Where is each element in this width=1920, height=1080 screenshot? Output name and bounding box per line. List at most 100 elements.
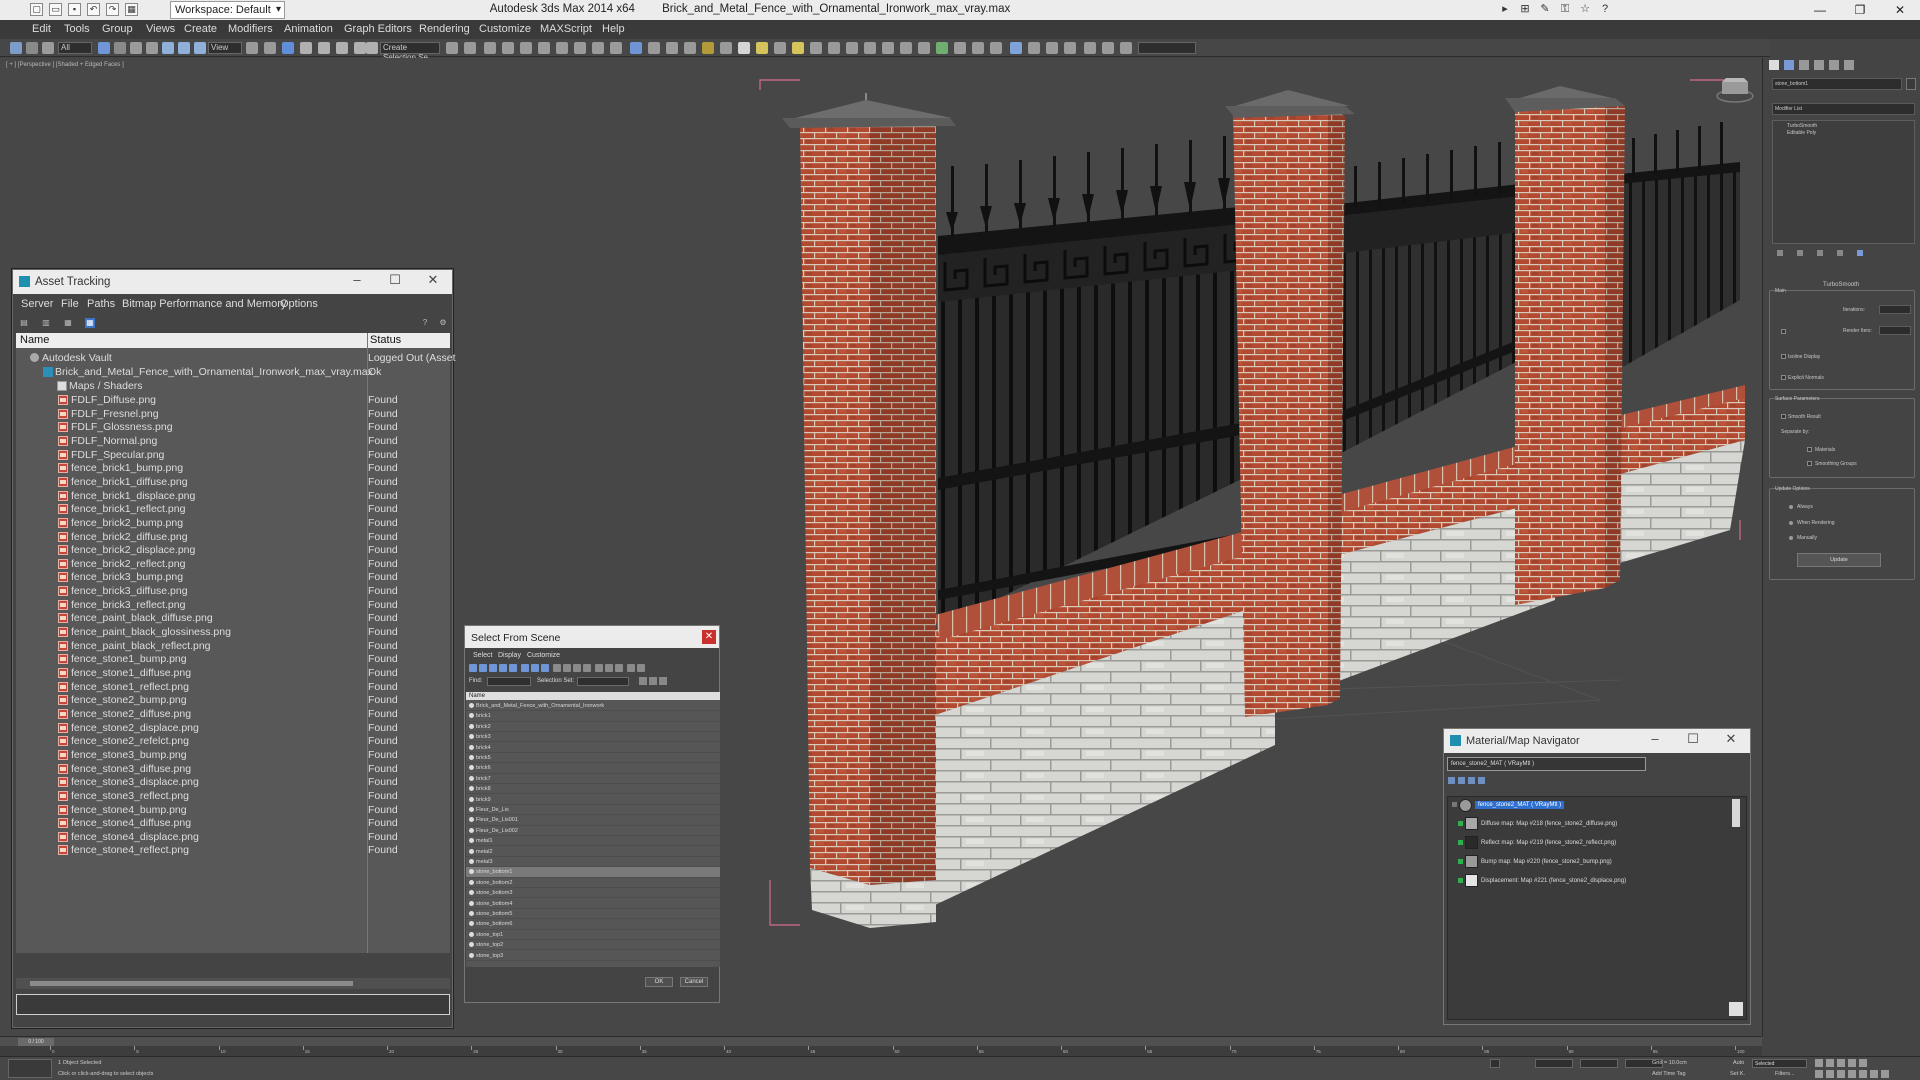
- map-node[interactable]: Bump map: Map #220 (fence_stone2_bump.pn…: [1481, 858, 1612, 866]
- maximize-icon[interactable]: ❐: [1840, 0, 1880, 20]
- vray-environment-icon[interactable]: [936, 42, 948, 54]
- menu-select[interactable]: Select: [473, 652, 492, 659]
- scene-object-item[interactable]: stone_bottom6: [466, 919, 720, 930]
- vray-rt-icon[interactable]: [1028, 42, 1040, 54]
- vray-toon-icon[interactable]: [918, 42, 930, 54]
- selection-set-add-icon[interactable]: [639, 677, 647, 685]
- object-name-field[interactable]: stone_bottom1: [1772, 78, 1902, 90]
- map-enabled-checkbox[interactable]: [1458, 878, 1463, 883]
- scrollbar-thumb[interactable]: [30, 981, 353, 986]
- utilities-tab-icon[interactable]: [1844, 60, 1854, 70]
- key-filters-button[interactable]: Filters...: [1775, 1071, 1795, 1077]
- graphite-icon[interactable]: [502, 42, 514, 54]
- time-slider-thumb[interactable]: 0 / 100: [18, 1038, 54, 1046]
- display-xrefs-icon[interactable]: [541, 664, 549, 672]
- object-color-swatch[interactable]: [1906, 78, 1916, 90]
- star-icon[interactable]: ☆: [1577, 2, 1593, 17]
- motion-tab-icon[interactable]: [1814, 60, 1824, 70]
- minimize-icon[interactable]: –: [1636, 731, 1674, 747]
- manually-radio[interactable]: [1789, 536, 1793, 540]
- vray-sphere-fade-icon[interactable]: [900, 42, 912, 54]
- view-list-icons-icon[interactable]: [1458, 777, 1465, 784]
- find-input[interactable]: [487, 677, 531, 686]
- scene-object-item[interactable]: stone_bottom3: [466, 888, 720, 899]
- link-icon[interactable]: [10, 42, 22, 54]
- vray-plane-icon[interactable]: [828, 42, 840, 54]
- map-enabled-checkbox[interactable]: [1458, 859, 1463, 864]
- map-node[interactable]: Reflect map: Map #219 (fence_stone2_refl…: [1481, 839, 1616, 847]
- rendered-frame-window-icon[interactable]: [592, 42, 604, 54]
- menu-display[interactable]: Display: [498, 652, 521, 659]
- menu-tools[interactable]: Tools: [64, 23, 90, 35]
- map-file-row[interactable]: fence_brick2_diffuse.png Found: [16, 530, 450, 544]
- map-file-row[interactable]: FDLF_Fresnel.png Found: [16, 407, 450, 421]
- map-file-row[interactable]: fence_brick3_reflect.png Found: [16, 598, 450, 612]
- always-radio[interactable]: [1789, 505, 1793, 509]
- vray-material-icon[interactable]: [864, 42, 876, 54]
- menu-animation[interactable]: Animation: [284, 23, 333, 35]
- close-icon[interactable]: ✕: [1880, 0, 1920, 20]
- reference-coordinate-dropdown[interactable]: View: [208, 42, 242, 54]
- menu-views[interactable]: Views: [146, 23, 175, 35]
- show-end-result-icon[interactable]: [1797, 250, 1803, 256]
- previous-frame-icon[interactable]: [1826, 1059, 1834, 1067]
- scene-object-item[interactable]: brick2: [466, 722, 720, 733]
- map-file-row[interactable]: fence_paint_black_glossiness.png Found: [16, 625, 450, 639]
- select-by-name-icon[interactable]: [114, 42, 126, 54]
- asset-path-field[interactable]: [16, 994, 450, 1015]
- vray-vfb-icon[interactable]: [972, 42, 984, 54]
- menu-maxscript[interactable]: MAXScript: [540, 23, 592, 35]
- map-file-row[interactable]: fence_paint_black_reflect.png Found: [16, 639, 450, 653]
- selection-set-edit-icon[interactable]: [659, 677, 667, 685]
- select-invert-icon[interactable]: [615, 664, 623, 672]
- vray-camera-icon[interactable]: [1010, 42, 1022, 54]
- update-button[interactable]: Update: [1797, 553, 1881, 567]
- isoline-display-checkbox[interactable]: [1781, 354, 1786, 359]
- menu-edit[interactable]: Edit: [32, 23, 51, 35]
- map-file-row[interactable]: fence_brick2_reflect.png Found: [16, 557, 450, 571]
- remove-modifier-icon[interactable]: [1837, 250, 1843, 256]
- menu-help[interactable]: Help: [602, 23, 625, 35]
- map-file-row[interactable]: fence_brick2_bump.png Found: [16, 516, 450, 530]
- vray-displacement-icon[interactable]: [882, 42, 894, 54]
- y-coordinate-field[interactable]: [1580, 1059, 1618, 1068]
- rectangle-selection-icon[interactable]: [130, 42, 142, 54]
- scene-object-item[interactable]: Fleur_De_Lis001: [466, 815, 720, 826]
- scene-object-item[interactable]: stone_bottom4: [466, 899, 720, 909]
- map-file-row[interactable]: fence_brick3_diffuse.png Found: [16, 584, 450, 598]
- scene-object-item[interactable]: metal2: [466, 847, 720, 857]
- zoom-extents-icon[interactable]: [1837, 1070, 1845, 1078]
- menu-options[interactable]: Options: [280, 298, 318, 310]
- scene-object-item[interactable]: stone_bottom2: [466, 878, 720, 889]
- snaps-toggle-icon[interactable]: [300, 42, 312, 54]
- render-iters-spinner[interactable]: [1879, 326, 1911, 335]
- goto-start-icon[interactable]: [1815, 1059, 1823, 1067]
- scene-object-item[interactable]: Brick_and_Metal_Fence_with_Ornamental_Ir…: [466, 701, 720, 712]
- display-lights-icon[interactable]: [489, 664, 497, 672]
- map-file-row[interactable]: fence_stone3_displace.png Found: [16, 775, 450, 789]
- zoom-icon[interactable]: [1815, 1070, 1823, 1078]
- selection-set-remove-icon[interactable]: [649, 677, 657, 685]
- scene-object-item[interactable]: Fleur_De_Lis: [466, 805, 720, 816]
- scene-object-item[interactable]: Fleur_De_Lis002: [466, 826, 720, 837]
- create-tab-icon[interactable]: [1769, 60, 1779, 70]
- make-unique-icon[interactable]: [1817, 250, 1823, 256]
- move-icon[interactable]: [162, 42, 174, 54]
- menu-graph-editors[interactable]: Graph Editors: [344, 23, 412, 35]
- bind-space-warp-icon[interactable]: [42, 42, 54, 54]
- grid-view-icon[interactable]: ▦: [85, 318, 95, 328]
- smoothing-groups-checkbox[interactable]: [1807, 461, 1812, 466]
- ok-button[interactable]: OK: [645, 977, 673, 987]
- map-file-row[interactable]: fence_brick1_diffuse.png Found: [16, 475, 450, 489]
- materials-checkbox[interactable]: [1807, 447, 1812, 452]
- material-tree-corner-button[interactable]: [1729, 1002, 1743, 1016]
- material-editor-icon[interactable]: [556, 42, 568, 54]
- menu-rendering[interactable]: Rendering: [419, 23, 470, 35]
- menu-server[interactable]: Server: [21, 298, 53, 310]
- scene-object-item[interactable]: stone_top2: [466, 940, 720, 951]
- map-file-row[interactable]: fence_stone2_diffuse.png Found: [16, 707, 450, 721]
- window-crossing-icon[interactable]: [146, 42, 158, 54]
- scene-object-item[interactable]: brick1: [466, 711, 720, 722]
- vray-physical-camera-icon[interactable]: [846, 42, 858, 54]
- map-node[interactable]: Displacement: Map #221 (fence_stone2_dis…: [1481, 877, 1626, 885]
